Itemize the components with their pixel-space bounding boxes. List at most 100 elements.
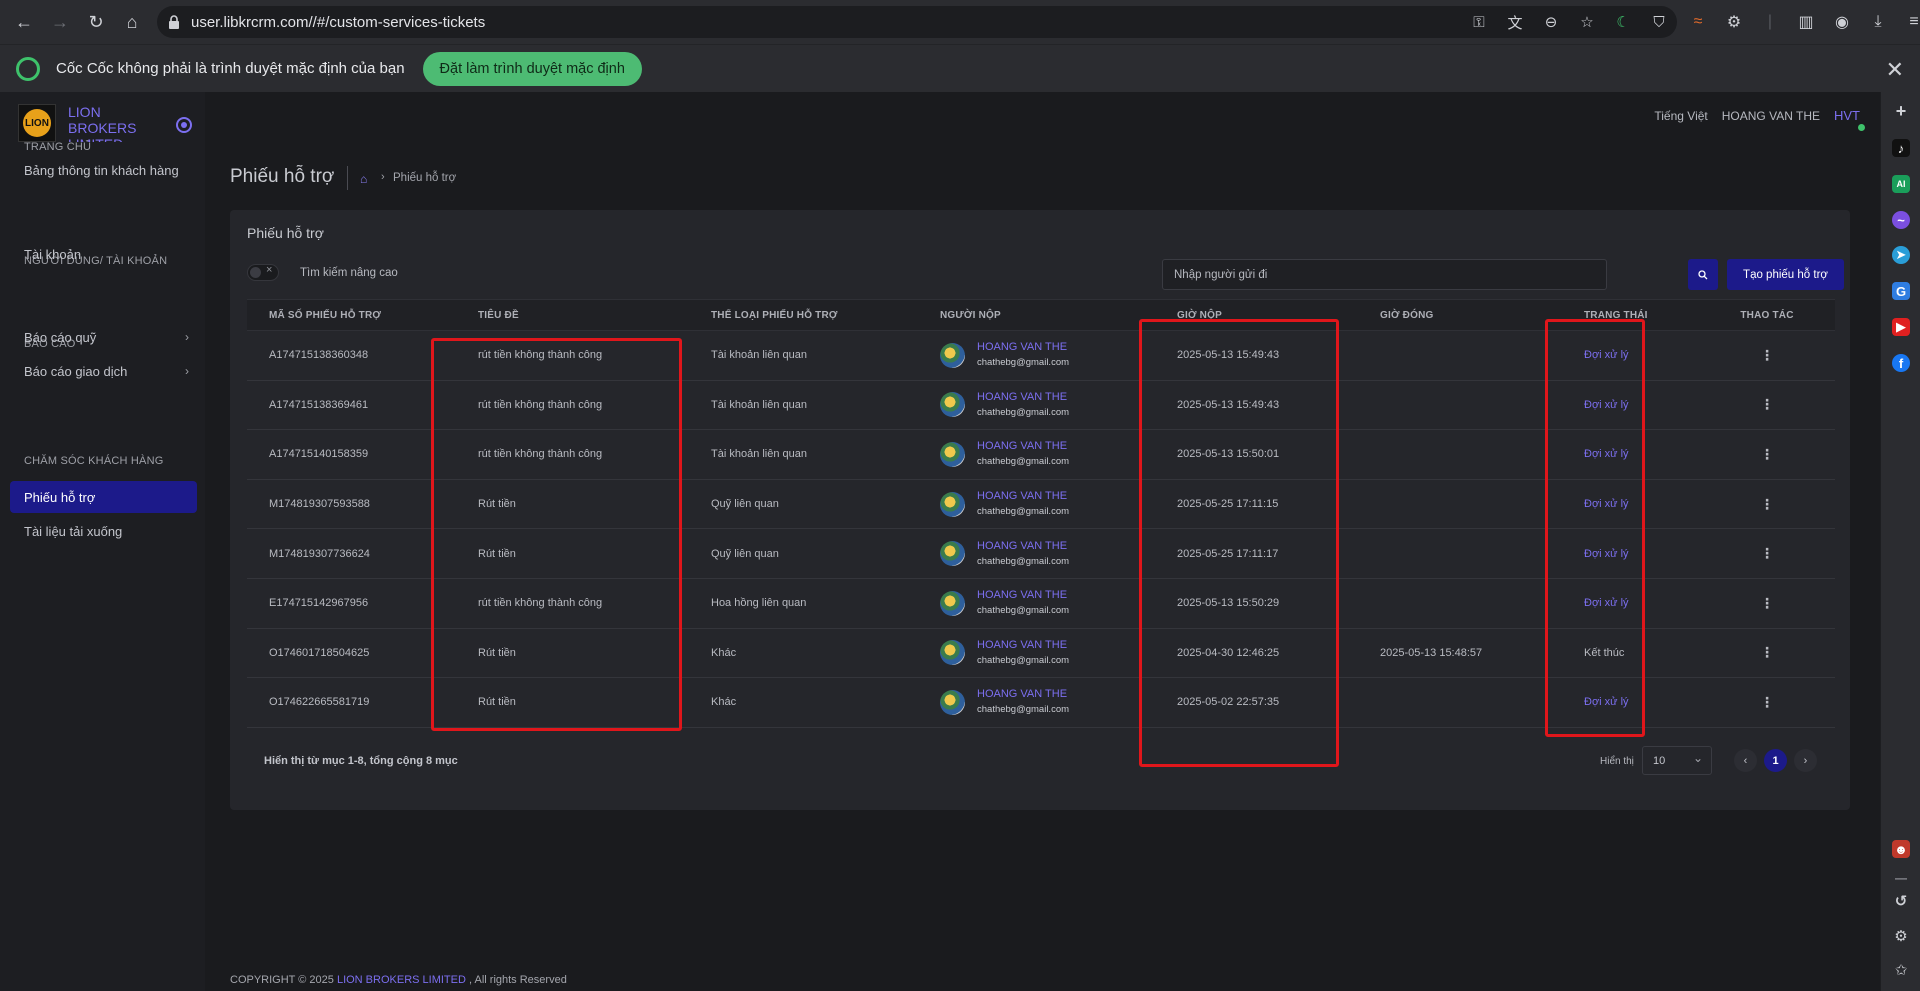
settings-gear-icon[interactable]: ⚙ <box>1892 927 1910 945</box>
page-1-button[interactable]: 1 <box>1764 749 1787 772</box>
sidebar-collapse-icon[interactable] <box>176 117 192 133</box>
submitter-name[interactable]: HOANG VAN THE <box>977 538 1069 554</box>
ticket-closed-time <box>1358 380 1562 431</box>
reload-icon[interactable]: ↻ <box>78 4 114 40</box>
sidebar-item-downloads[interactable]: Tài liệu tải xuống <box>10 515 197 547</box>
profile-icon[interactable]: ◉ <box>1824 12 1860 32</box>
advanced-search-toggle[interactable] <box>247 264 279 281</box>
menu-icon[interactable]: ≡ <box>1896 13 1920 31</box>
more-vertical-icon[interactable]: ⋮ <box>1760 644 1774 660</box>
more-vertical-icon[interactable]: ⋮ <box>1760 347 1774 363</box>
table-row[interactable]: M174819307736624 Rút tiền Quỹ liên quan HOA… <box>247 528 1835 579</box>
status-badge[interactable]: Đợi xử lý <box>1584 498 1629 510</box>
submitter-name[interactable]: HOANG VAN THE <box>977 389 1069 405</box>
key-icon[interactable]: ⚿ <box>1461 14 1497 31</box>
avatar <box>940 342 965 368</box>
sidebar-item-trade-report[interactable]: Báo cáo giao dịch › <box>10 355 197 387</box>
shield-icon[interactable]: ⛉ <box>1641 14 1677 31</box>
game-icon[interactable]: ☻ <box>1892 840 1910 858</box>
favorites-icon[interactable]: ✩ <box>1892 961 1910 979</box>
submitter-name[interactable]: HOANG VAN THE <box>977 339 1069 355</box>
sidebar-item-fund-report[interactable]: Báo cáo quỹ › <box>10 321 197 353</box>
status-badge[interactable]: Đợi xử lý <box>1584 548 1629 560</box>
extension-icon[interactable]: ≈ <box>1680 13 1716 31</box>
status-badge[interactable]: Đợi xử lý <box>1584 349 1629 361</box>
ticket-closed-time <box>1358 330 1562 381</box>
puzzle-icon[interactable]: ⚙ <box>1716 12 1752 32</box>
table-row[interactable]: A174715138369461 rút tiền không thành côn… <box>247 380 1835 431</box>
more-vertical-icon[interactable]: ⋮ <box>1760 396 1774 412</box>
messenger-icon[interactable]: ~ <box>1892 211 1910 229</box>
more-vertical-icon[interactable]: ⋮ <box>1760 694 1774 710</box>
back-icon[interactable]: ← <box>6 4 42 40</box>
home-icon[interactable]: ⌂ <box>114 4 150 40</box>
more-vertical-icon[interactable]: ⋮ <box>1760 545 1774 561</box>
col-header-id[interactable]: MÃ SỐ PHIẾU HỖ TRỢ <box>247 299 456 331</box>
col-header-title[interactable]: TIÊU ĐỀ <box>456 299 689 331</box>
col-header-category[interactable]: THỂ LOẠI PHIẾU HỖ TRỢ <box>689 299 918 331</box>
more-vertical-icon[interactable]: ⋮ <box>1760 496 1774 512</box>
table-row[interactable]: O174601718504625 Rút tiền Khác HOANG VAN TH… <box>247 628 1835 679</box>
avatar[interactable]: HVT <box>1834 108 1865 131</box>
breadcrumb-home-icon[interactable]: ⌂ <box>360 172 372 186</box>
submitter-info: HOANG VAN THE chathebg@gmail.com <box>977 637 1069 669</box>
translate-app-icon[interactable]: G <box>1892 282 1910 300</box>
ticket-submitted-time: 2025-05-13 15:50:29 <box>1155 578 1358 629</box>
col-header-submitted[interactable]: GIỜ NỘP <box>1155 299 1358 331</box>
more-vertical-icon[interactable]: ⋮ <box>1760 446 1774 462</box>
ai-icon[interactable]: AI <box>1892 175 1910 193</box>
footer-brand-link[interactable]: LION BROKERS LIMITED <box>337 974 466 986</box>
download-icon[interactable]: ⤓ <box>1860 13 1896 31</box>
table-row[interactable]: E174715142967956 rút tiền không thành côn… <box>247 578 1835 629</box>
youtube-icon[interactable]: ▶ <box>1892 318 1910 336</box>
status-badge[interactable]: Đợi xử lý <box>1584 399 1629 411</box>
table-row[interactable]: M174819307593588 Rút tiền Quỹ liên quan HOA… <box>247 479 1835 530</box>
status-badge[interactable]: Đợi xử lý <box>1584 448 1629 460</box>
next-page-button[interactable]: › <box>1794 749 1817 772</box>
col-header-closed[interactable]: GIỜ ĐÓNG <box>1358 299 1562 331</box>
ticket-category: Khác <box>689 677 918 728</box>
submitter-name[interactable]: HOANG VAN THE <box>977 587 1069 603</box>
col-header-status[interactable]: TRẠNG THÁI <box>1562 299 1699 331</box>
zoom-out-icon[interactable]: ⊖ <box>1533 13 1569 31</box>
submitter-name[interactable]: HOANG VAN THE <box>977 686 1069 702</box>
submitter-name[interactable]: HOANG VAN THE <box>977 438 1069 454</box>
submitter-email: chathebg@gmail.com <box>977 506 1070 518</box>
sidebar-item-account[interactable]: Tài khoản <box>10 238 197 270</box>
more-vertical-icon[interactable]: ⋮ <box>1760 595 1774 611</box>
address-bar[interactable]: user.libkrcrm.com//#/custom-services-tic… <box>157 6 1677 38</box>
col-header-submitter[interactable]: NGƯỜI NỘP <box>918 299 1155 331</box>
close-icon[interactable]: ✕ <box>1886 57 1904 83</box>
prev-page-button[interactable]: ‹ <box>1734 749 1757 772</box>
create-ticket-button[interactable]: Tạo phiếu hỗ trợ <box>1727 259 1844 290</box>
forward-icon[interactable]: → <box>42 4 78 40</box>
translate-icon[interactable]: 文 <box>1497 12 1533 33</box>
submitter-cell: HOANG VAN THE chathebg@gmail.com <box>940 538 1155 570</box>
ticket-actions: ⋮ <box>1699 429 1835 480</box>
history-icon[interactable]: ↺ <box>1892 892 1910 910</box>
table-row[interactable]: O174622665581719 Rút tiền Khác HOANG VAN TH… <box>247 677 1835 728</box>
status-badge[interactable]: Đợi xử lý <box>1584 696 1629 708</box>
telegram-icon[interactable]: ➤ <box>1892 246 1910 264</box>
sidebar-toggle-icon[interactable]: ▥ <box>1788 12 1824 32</box>
more-icon[interactable]: — <box>1892 869 1910 887</box>
bookmark-star-icon[interactable]: ☆ <box>1569 13 1605 31</box>
language-switch[interactable]: Tiếng Việt <box>1654 109 1707 123</box>
sidebar-item-customer-dashboard[interactable]: Bảng thông tin khách hàng <box>10 154 197 186</box>
dark-mode-icon[interactable]: ☾ <box>1605 13 1641 31</box>
brand[interactable]: LION LION BROKERS LIMITED <box>18 104 148 142</box>
search-button[interactable] <box>1688 259 1718 290</box>
submitter-name[interactable]: HOANG VAN THE <box>977 488 1069 504</box>
add-icon[interactable]: + <box>1892 101 1910 121</box>
table-row[interactable]: A174715140158359 rút tiền không thành côn… <box>247 429 1835 480</box>
user-name[interactable]: HOANG VAN THE <box>1722 109 1820 123</box>
table-row[interactable]: A174715138360348 rút tiền không thành côn… <box>247 330 1835 381</box>
set-default-browser-button[interactable]: Đặt làm trình duyệt mặc định <box>422 51 642 86</box>
per-page-select[interactable]: 10 <box>1642 746 1712 775</box>
tiktok-icon[interactable]: ♪ <box>1892 139 1910 157</box>
submitter-name[interactable]: HOANG VAN THE <box>977 637 1069 653</box>
sender-search-input[interactable]: Nhập người gửi đi <box>1162 259 1607 290</box>
sidebar-item-support-tickets[interactable]: Phiếu hỗ trợ <box>10 481 197 513</box>
status-badge[interactable]: Đợi xử lý <box>1584 597 1629 609</box>
facebook-icon[interactable]: f <box>1892 354 1910 372</box>
